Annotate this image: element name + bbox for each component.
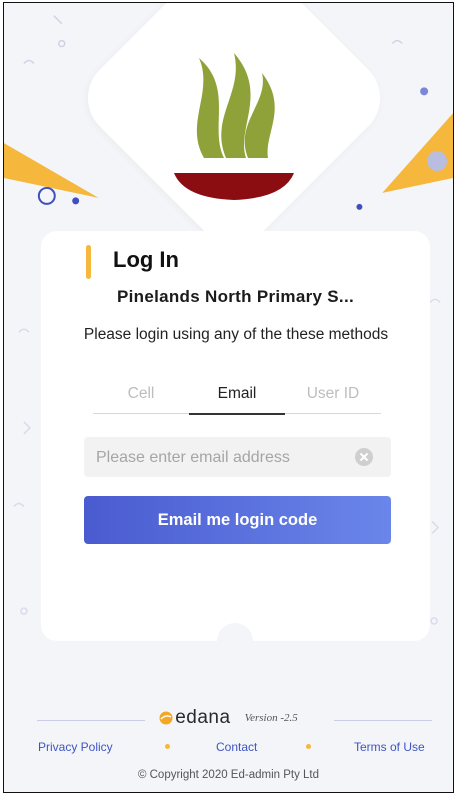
- footer-links: Privacy Policy Contact Terms of Use: [4, 740, 453, 760]
- school-flame-logo-icon: [174, 53, 294, 200]
- divider-right: [334, 720, 432, 721]
- email-field[interactable]: [94, 437, 353, 479]
- brand-name: edana: [175, 707, 231, 728]
- page-title: Log In: [113, 247, 179, 272]
- school-name: Pinelands North Primary S...: [116, 287, 355, 306]
- card-notch: [217, 623, 253, 659]
- login-card: Log In Pinelands North Primary S... Plea…: [41, 231, 430, 659]
- login-method-tabs: Cell Email User ID: [93, 381, 381, 415]
- separator-dot: [165, 744, 170, 749]
- login-screen: Log In Pinelands North Primary S... Plea…: [3, 2, 454, 793]
- copyright-notice: © Copyright 2020 Ed-admin Pty Ltd: [137, 769, 320, 781]
- email-login-code-button[interactable]: Email me login code: [84, 496, 391, 544]
- contact-link[interactable]: Contact: [216, 740, 257, 754]
- tab-email[interactable]: Email: [189, 381, 285, 415]
- footer-brand: edana Version -2.5: [4, 706, 453, 730]
- privacy-policy-link[interactable]: Privacy Policy: [38, 740, 113, 754]
- terms-of-use-link[interactable]: Terms of Use: [354, 740, 425, 754]
- login-instruction: Please login using any of the these meth…: [83, 326, 389, 343]
- divider-left: [37, 720, 145, 721]
- tab-user-id[interactable]: User ID: [285, 381, 381, 413]
- clear-input-icon[interactable]: [355, 448, 373, 466]
- separator-dot: [306, 744, 311, 749]
- tab-cell[interactable]: Cell: [93, 381, 189, 413]
- version-label: Version -2.5: [244, 712, 298, 724]
- edana-logo-icon: [159, 711, 173, 725]
- email-field-container: [84, 437, 391, 479]
- title-accent-bar: [86, 245, 91, 279]
